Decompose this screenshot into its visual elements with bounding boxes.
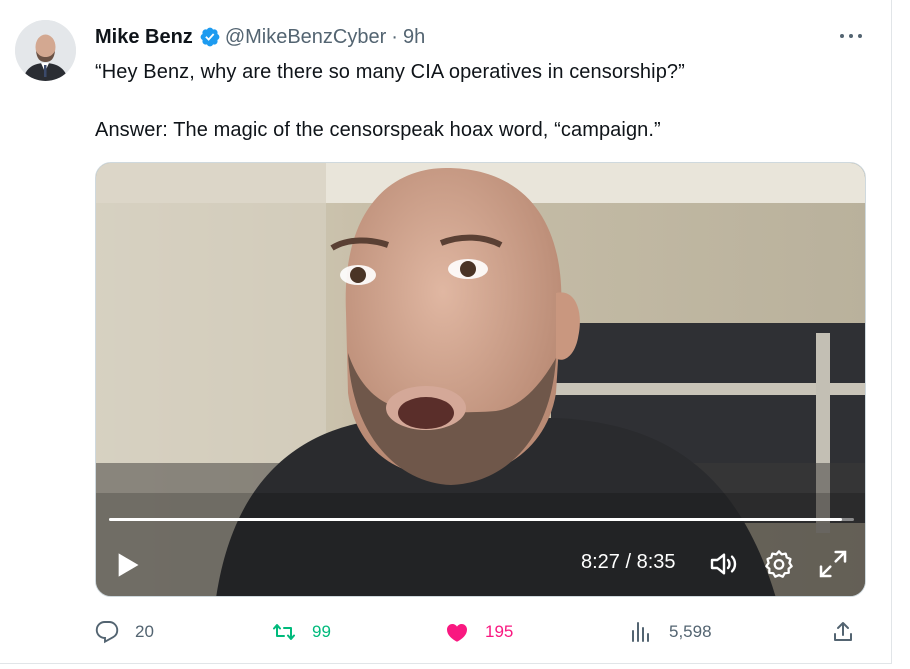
reply-icon	[95, 621, 119, 644]
tweet-text-line-2: Answer: The magic of the censorspeak hoa…	[95, 119, 661, 141]
reply-button[interactable]: 20	[95, 617, 154, 647]
timestamp[interactable]: 9h	[403, 26, 425, 49]
retweet-count: 99	[312, 622, 331, 641]
volume-icon[interactable]	[708, 548, 740, 580]
like-count: 195	[485, 622, 514, 641]
play-icon[interactable]	[114, 551, 142, 579]
video-frame	[96, 163, 865, 596]
tweet-card: Mike Benz @MikeBenzCyber · 9h “Hey Benz,…	[0, 0, 892, 664]
reply-count: 20	[135, 622, 154, 641]
gear-icon[interactable]	[763, 548, 795, 580]
fullscreen-icon[interactable]	[817, 548, 849, 580]
author-handle[interactable]: @MikeBenzCyber	[225, 26, 386, 49]
video-progress-fill	[109, 518, 843, 521]
video-time-display: 8:27 / 8:35	[581, 551, 676, 573]
separator-dot: ·	[391, 25, 398, 48]
views-count: 5,598	[669, 622, 712, 641]
share-button[interactable]	[831, 617, 855, 647]
avatar[interactable]	[15, 20, 76, 81]
like-button[interactable]: 195	[445, 617, 513, 647]
tweet-header: Mike Benz @MikeBenzCyber · 9h	[95, 24, 425, 50]
share-icon	[834, 622, 852, 641]
views-button[interactable]: 5,598	[629, 617, 712, 647]
heart-icon	[447, 624, 467, 642]
views-icon	[632, 622, 649, 642]
more-dots-icon[interactable]	[836, 26, 866, 46]
action-bar: 20 99 195 5,598	[95, 617, 865, 647]
retweet-icon	[273, 624, 295, 640]
video-player[interactable]: 8:27 / 8:35	[95, 162, 866, 597]
video-progress-bar[interactable]	[109, 518, 854, 521]
tweet-text-line-1: “Hey Benz, why are there so many CIA ope…	[95, 61, 685, 83]
verified-badge-icon	[200, 27, 220, 47]
author-name[interactable]: Mike Benz	[95, 26, 193, 49]
retweet-button[interactable]: 99	[272, 617, 331, 647]
